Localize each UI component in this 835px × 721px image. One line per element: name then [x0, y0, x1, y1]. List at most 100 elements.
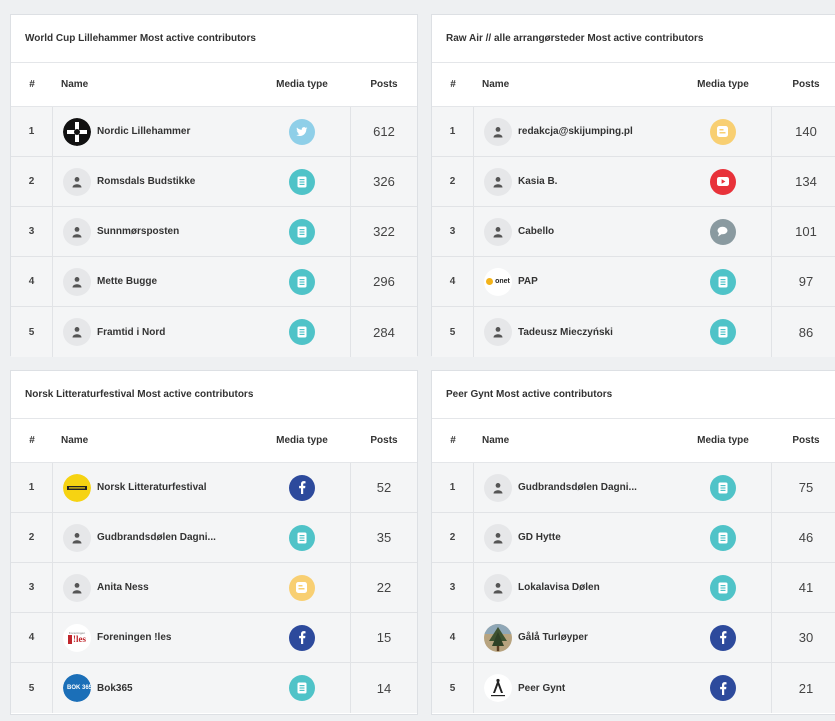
- contributor-name[interactable]: Gudbrandsdølen Dagni...: [97, 532, 216, 543]
- row-rank: 5: [11, 663, 53, 713]
- row-contributor[interactable]: Gålå Turløyper: [474, 613, 674, 662]
- row-posts: 134: [795, 174, 817, 189]
- table-row[interactable]: 1 Nordic Lillehammer 612: [11, 107, 417, 157]
- row-media-type: [674, 257, 772, 306]
- header-name[interactable]: Name: [53, 79, 253, 90]
- row-contributor[interactable]: Framtid i Nord: [53, 307, 253, 357]
- header-media-type[interactable]: Media type: [253, 79, 351, 90]
- row-posts: 284: [373, 324, 395, 340]
- contributor-name[interactable]: Norsk Litteraturfestival: [97, 482, 206, 493]
- row-rank: 2: [11, 157, 53, 206]
- header-rank[interactable]: #: [432, 79, 474, 90]
- table-row[interactable]: 2 GD Hytte 46: [432, 513, 835, 563]
- header-posts[interactable]: Posts: [772, 79, 835, 90]
- row-contributor[interactable]: Kasia B.: [474, 157, 674, 206]
- table-row[interactable]: 5 Tadeusz Mieczyński 86: [432, 307, 835, 357]
- table-row[interactable]: 2 Kasia B. 134: [432, 157, 835, 207]
- table-row[interactable]: 3 Sunnmørsposten 322: [11, 207, 417, 257]
- table-row[interactable]: 5 Peer Gynt 21: [432, 663, 835, 713]
- contributor-name[interactable]: Foreningen !les: [97, 632, 171, 643]
- row-posts: 46: [798, 530, 814, 545]
- contributor-name[interactable]: Sunnmørsposten: [97, 226, 179, 237]
- row-contributor[interactable]: Gudbrandsdølen Dagni...: [53, 513, 253, 562]
- row-contributor[interactable]: BOK 365 Bok365: [53, 663, 253, 713]
- contributor-name[interactable]: Tadeusz Mieczyński: [518, 327, 613, 338]
- contributor-name[interactable]: Nordic Lillehammer: [97, 126, 190, 137]
- header-rank[interactable]: #: [11, 79, 53, 90]
- row-media-type: [674, 207, 772, 256]
- contributor-name[interactable]: Bok365: [97, 683, 133, 694]
- user-icon: [484, 217, 512, 246]
- row-contributor[interactable]: Sunnmørsposten: [53, 207, 253, 256]
- facebook-icon: [709, 675, 736, 701]
- row-rank: 2: [432, 513, 474, 562]
- news-icon: [709, 524, 736, 551]
- contributor-name[interactable]: Gudbrandsdølen Dagni...: [518, 482, 637, 493]
- header-rank[interactable]: #: [432, 435, 474, 446]
- table-row[interactable]: 2 Gudbrandsdølen Dagni... 35: [11, 513, 417, 563]
- table-row[interactable]: 3 Cabello 101: [432, 207, 835, 257]
- row-contributor[interactable]: redakcja@skijumping.pl: [474, 107, 674, 156]
- header-name[interactable]: Name: [474, 435, 674, 446]
- contributor-name[interactable]: Anita Ness: [97, 582, 149, 593]
- row-contributor[interactable]: Cabello: [474, 207, 674, 256]
- contributor-name[interactable]: Kasia B.: [518, 176, 557, 187]
- header-rank[interactable]: #: [11, 435, 53, 446]
- row-contributor[interactable]: Foreningen !les Foreningen !les: [53, 613, 253, 662]
- contributor-name[interactable]: Peer Gynt: [518, 683, 565, 694]
- contributor-name[interactable]: Framtid i Nord: [97, 327, 165, 338]
- row-contributor[interactable]: Norsk Litteraturfestival: [53, 463, 253, 512]
- table-row[interactable]: 1 redakcja@skijumping.pl 140: [432, 107, 835, 157]
- header-media-type[interactable]: Media type: [674, 435, 772, 446]
- table-row[interactable]: 1 Gudbrandsdølen Dagni... 75: [432, 463, 835, 513]
- contributor-name[interactable]: Gålå Turløyper: [518, 632, 588, 643]
- row-contributor[interactable]: Anita Ness: [53, 563, 253, 612]
- contributors-panel-peer-gynt: Peer Gynt Most active contributors # Name M…: [431, 370, 835, 715]
- header-media-type[interactable]: Media type: [674, 79, 772, 90]
- header-posts[interactable]: Posts: [351, 79, 417, 90]
- header-posts[interactable]: Posts: [772, 435, 835, 446]
- row-contributor[interactable]: Tadeusz Mieczyński: [474, 307, 674, 357]
- row-contributor[interactable]: GD Hytte: [474, 513, 674, 562]
- table-row[interactable]: 3 Lokalavisa Dølen 41: [432, 563, 835, 613]
- row-media-type: [674, 663, 772, 713]
- table-row[interactable]: 5 Framtid i Nord 284: [11, 307, 417, 357]
- row-rank: 3: [432, 207, 474, 256]
- table-row[interactable]: 5 BOK 365 Bok365 14: [11, 663, 417, 713]
- table-row[interactable]: 4 Mette Bugge 296: [11, 257, 417, 307]
- header-media-type[interactable]: Media type: [253, 435, 351, 446]
- row-contributor[interactable]: Gudbrandsdølen Dagni...: [474, 463, 674, 512]
- header-posts[interactable]: Posts: [351, 435, 417, 446]
- contributor-name[interactable]: Romsdals Budstikke: [97, 176, 195, 187]
- user-icon: [63, 167, 91, 196]
- row-contributor[interactable]: onet PAP: [474, 257, 674, 306]
- news-icon: [288, 524, 315, 551]
- row-contributor[interactable]: Mette Bugge: [53, 257, 253, 306]
- row-contributor[interactable]: Lokalavisa Dølen: [474, 563, 674, 612]
- table-row[interactable]: 3 Anita Ness 22: [11, 563, 417, 613]
- table-row[interactable]: 2 Romsdals Budstikke 326: [11, 157, 417, 207]
- contributor-name[interactable]: GD Hytte: [518, 532, 561, 543]
- row-rank: 1: [11, 463, 53, 512]
- contributor-name[interactable]: Mette Bugge: [97, 276, 157, 287]
- header-name[interactable]: Name: [53, 435, 253, 446]
- row-contributor[interactable]: Nordic Lillehammer: [53, 107, 253, 156]
- contributor-name[interactable]: redakcja@skijumping.pl: [518, 126, 633, 137]
- table-row[interactable]: 4 Gålå Turløyper 30: [432, 613, 835, 663]
- contributor-name[interactable]: PAP: [518, 276, 538, 287]
- header-name[interactable]: Name: [474, 79, 674, 90]
- row-rank: 3: [11, 563, 53, 612]
- row-contributor[interactable]: Peer Gynt: [474, 663, 674, 713]
- row-contributor[interactable]: Romsdals Budstikke: [53, 157, 253, 206]
- contributor-name[interactable]: Lokalavisa Dølen: [518, 582, 600, 593]
- row-posts: 322: [373, 224, 395, 239]
- avatar-logo-text: !les: [73, 633, 86, 644]
- table-header: # Name Media type Posts: [11, 419, 417, 463]
- row-rank: 4: [11, 613, 53, 662]
- table-row[interactable]: 1 Norsk Litteraturfestival 52: [11, 463, 417, 513]
- table-row[interactable]: 4 Foreningen !les Foreningen !les 15: [11, 613, 417, 663]
- table-row[interactable]: 4 onet PAP 97: [432, 257, 835, 307]
- avatar: [63, 473, 91, 502]
- contributor-name[interactable]: Cabello: [518, 226, 554, 237]
- user-icon: [484, 523, 512, 552]
